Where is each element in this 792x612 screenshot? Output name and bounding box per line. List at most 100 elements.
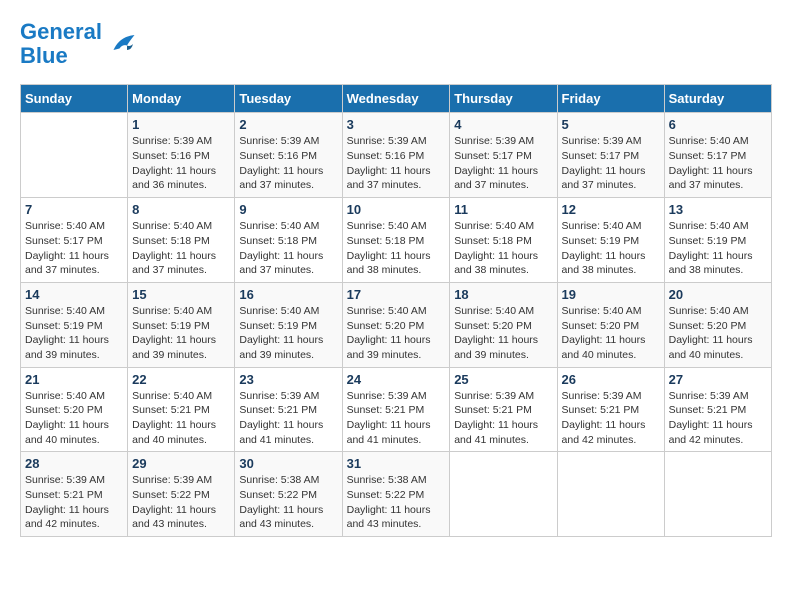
day-info: Sunrise: 5:40 AMSunset: 5:18 PMDaylight:… bbox=[347, 219, 446, 278]
calendar-cell: 7 Sunrise: 5:40 AMSunset: 5:17 PMDaylight… bbox=[21, 198, 128, 283]
calendar-week-row: 14 Sunrise: 5:40 AMSunset: 5:19 PMDayligh… bbox=[21, 282, 772, 367]
calendar-cell: 27 Sunrise: 5:39 AMSunset: 5:21 PMDayligh… bbox=[664, 367, 771, 452]
day-number: 31 bbox=[347, 456, 446, 471]
day-number: 17 bbox=[347, 287, 446, 302]
day-info: Sunrise: 5:40 AMSunset: 5:18 PMDaylight:… bbox=[239, 219, 337, 278]
calendar-cell: 15 Sunrise: 5:40 AMSunset: 5:19 PMDayligh… bbox=[128, 282, 235, 367]
calendar-cell: 9 Sunrise: 5:40 AMSunset: 5:18 PMDaylight… bbox=[235, 198, 342, 283]
day-info: Sunrise: 5:39 AMSunset: 5:16 PMDaylight:… bbox=[239, 134, 337, 193]
calendar-cell: 29 Sunrise: 5:39 AMSunset: 5:22 PMDayligh… bbox=[128, 452, 235, 537]
page-header: General Blue bbox=[20, 20, 772, 68]
day-number: 18 bbox=[454, 287, 552, 302]
day-info: Sunrise: 5:40 AMSunset: 5:19 PMDaylight:… bbox=[562, 219, 660, 278]
day-info: Sunrise: 5:38 AMSunset: 5:22 PMDaylight:… bbox=[239, 473, 337, 532]
day-header-friday: Friday bbox=[557, 85, 664, 113]
calendar-cell: 14 Sunrise: 5:40 AMSunset: 5:19 PMDayligh… bbox=[21, 282, 128, 367]
day-info: Sunrise: 5:39 AMSunset: 5:17 PMDaylight:… bbox=[454, 134, 552, 193]
calendar-cell: 26 Sunrise: 5:39 AMSunset: 5:21 PMDayligh… bbox=[557, 367, 664, 452]
calendar-table: SundayMondayTuesdayWednesdayThursdayFrid… bbox=[20, 84, 772, 537]
day-header-tuesday: Tuesday bbox=[235, 85, 342, 113]
day-info: Sunrise: 5:40 AMSunset: 5:19 PMDaylight:… bbox=[132, 304, 230, 363]
day-header-monday: Monday bbox=[128, 85, 235, 113]
day-info: Sunrise: 5:39 AMSunset: 5:21 PMDaylight:… bbox=[454, 389, 552, 448]
calendar-cell: 19 Sunrise: 5:40 AMSunset: 5:20 PMDayligh… bbox=[557, 282, 664, 367]
day-info: Sunrise: 5:40 AMSunset: 5:17 PMDaylight:… bbox=[25, 219, 123, 278]
day-number: 1 bbox=[132, 117, 230, 132]
day-number: 5 bbox=[562, 117, 660, 132]
day-number: 19 bbox=[562, 287, 660, 302]
day-number: 3 bbox=[347, 117, 446, 132]
calendar-cell: 31Sunrise: 5:38 AMSunset: 5:22 PMDayligh… bbox=[342, 452, 450, 537]
calendar-cell: 28Sunrise: 5:39 AMSunset: 5:21 PMDayligh… bbox=[21, 452, 128, 537]
day-info: Sunrise: 5:39 AMSunset: 5:21 PMDaylight:… bbox=[562, 389, 660, 448]
day-number: 22 bbox=[132, 372, 230, 387]
day-number: 4 bbox=[454, 117, 552, 132]
calendar-week-row: 28Sunrise: 5:39 AMSunset: 5:21 PMDayligh… bbox=[21, 452, 772, 537]
day-number: 26 bbox=[562, 372, 660, 387]
day-number: 15 bbox=[132, 287, 230, 302]
calendar-header-row: SundayMondayTuesdayWednesdayThursdayFrid… bbox=[21, 85, 772, 113]
day-number: 14 bbox=[25, 287, 123, 302]
day-number: 27 bbox=[669, 372, 767, 387]
calendar-cell: 2 Sunrise: 5:39 AMSunset: 5:16 PMDaylight… bbox=[235, 113, 342, 198]
calendar-week-row: 7 Sunrise: 5:40 AMSunset: 5:17 PMDaylight… bbox=[21, 198, 772, 283]
day-number: 20 bbox=[669, 287, 767, 302]
calendar-cell: 16Sunrise: 5:40 AMSunset: 5:19 PMDayligh… bbox=[235, 282, 342, 367]
day-info: Sunrise: 5:40 AMSunset: 5:17 PMDaylight:… bbox=[669, 134, 767, 193]
calendar-cell: 12 Sunrise: 5:40 AMSunset: 5:19 PMDayligh… bbox=[557, 198, 664, 283]
calendar-cell: 17 Sunrise: 5:40 AMSunset: 5:20 PMDayligh… bbox=[342, 282, 450, 367]
day-info: Sunrise: 5:39 AMSunset: 5:22 PMDaylight:… bbox=[132, 473, 230, 532]
day-info: Sunrise: 5:40 AMSunset: 5:20 PMDaylight:… bbox=[669, 304, 767, 363]
day-number: 12 bbox=[562, 202, 660, 217]
day-info: Sunrise: 5:40 AMSunset: 5:20 PMDaylight:… bbox=[25, 389, 123, 448]
day-number: 6 bbox=[669, 117, 767, 132]
calendar-cell: 3Sunrise: 5:39 AMSunset: 5:16 PMDaylight… bbox=[342, 113, 450, 198]
day-info: Sunrise: 5:40 AMSunset: 5:18 PMDaylight:… bbox=[132, 219, 230, 278]
calendar-cell bbox=[21, 113, 128, 198]
calendar-cell: 23Sunrise: 5:39 AMSunset: 5:21 PMDayligh… bbox=[235, 367, 342, 452]
day-info: Sunrise: 5:39 AMSunset: 5:21 PMDaylight:… bbox=[25, 473, 123, 532]
logo-text: General Blue bbox=[20, 20, 102, 68]
calendar-cell: 5 Sunrise: 5:39 AMSunset: 5:17 PMDaylight… bbox=[557, 113, 664, 198]
calendar-cell bbox=[557, 452, 664, 537]
calendar-cell: 11Sunrise: 5:40 AMSunset: 5:18 PMDayligh… bbox=[450, 198, 557, 283]
calendar-cell: 25 Sunrise: 5:39 AMSunset: 5:21 PMDayligh… bbox=[450, 367, 557, 452]
day-header-thursday: Thursday bbox=[450, 85, 557, 113]
day-info: Sunrise: 5:40 AMSunset: 5:20 PMDaylight:… bbox=[454, 304, 552, 363]
day-number: 9 bbox=[239, 202, 337, 217]
day-number: 23 bbox=[239, 372, 337, 387]
day-number: 7 bbox=[25, 202, 123, 217]
calendar-cell: 1 Sunrise: 5:39 AMSunset: 5:16 PMDaylight… bbox=[128, 113, 235, 198]
day-number: 30 bbox=[239, 456, 337, 471]
day-number: 24 bbox=[347, 372, 446, 387]
calendar-cell: 10Sunrise: 5:40 AMSunset: 5:18 PMDayligh… bbox=[342, 198, 450, 283]
day-info: Sunrise: 5:39 AMSunset: 5:17 PMDaylight:… bbox=[562, 134, 660, 193]
calendar-cell bbox=[450, 452, 557, 537]
calendar-cell: 8 Sunrise: 5:40 AMSunset: 5:18 PMDaylight… bbox=[128, 198, 235, 283]
day-number: 13 bbox=[669, 202, 767, 217]
calendar-body: 1 Sunrise: 5:39 AMSunset: 5:16 PMDaylight… bbox=[21, 113, 772, 537]
day-info: Sunrise: 5:40 AMSunset: 5:18 PMDaylight:… bbox=[454, 219, 552, 278]
day-info: Sunrise: 5:40 AMSunset: 5:19 PMDaylight:… bbox=[25, 304, 123, 363]
calendar-cell: 24 Sunrise: 5:39 AMSunset: 5:21 PMDayligh… bbox=[342, 367, 450, 452]
calendar-cell: 22 Sunrise: 5:40 AMSunset: 5:21 PMDayligh… bbox=[128, 367, 235, 452]
day-header-sunday: Sunday bbox=[21, 85, 128, 113]
day-header-saturday: Saturday bbox=[664, 85, 771, 113]
day-number: 2 bbox=[239, 117, 337, 132]
day-header-wednesday: Wednesday bbox=[342, 85, 450, 113]
calendar-cell: 6 Sunrise: 5:40 AMSunset: 5:17 PMDaylight… bbox=[664, 113, 771, 198]
day-info: Sunrise: 5:39 AMSunset: 5:21 PMDaylight:… bbox=[669, 389, 767, 448]
calendar-week-row: 21Sunrise: 5:40 AMSunset: 5:20 PMDayligh… bbox=[21, 367, 772, 452]
day-info: Sunrise: 5:40 AMSunset: 5:19 PMDaylight:… bbox=[239, 304, 337, 363]
day-info: Sunrise: 5:40 AMSunset: 5:20 PMDaylight:… bbox=[347, 304, 446, 363]
calendar-cell: 21Sunrise: 5:40 AMSunset: 5:20 PMDayligh… bbox=[21, 367, 128, 452]
day-number: 29 bbox=[132, 456, 230, 471]
calendar-cell: 4 Sunrise: 5:39 AMSunset: 5:17 PMDaylight… bbox=[450, 113, 557, 198]
day-info: Sunrise: 5:39 AMSunset: 5:16 PMDaylight:… bbox=[132, 134, 230, 193]
day-info: Sunrise: 5:40 AMSunset: 5:21 PMDaylight:… bbox=[132, 389, 230, 448]
day-info: Sunrise: 5:39 AMSunset: 5:21 PMDaylight:… bbox=[347, 389, 446, 448]
day-number: 8 bbox=[132, 202, 230, 217]
day-info: Sunrise: 5:40 AMSunset: 5:20 PMDaylight:… bbox=[562, 304, 660, 363]
calendar-week-row: 1 Sunrise: 5:39 AMSunset: 5:16 PMDaylight… bbox=[21, 113, 772, 198]
day-number: 25 bbox=[454, 372, 552, 387]
